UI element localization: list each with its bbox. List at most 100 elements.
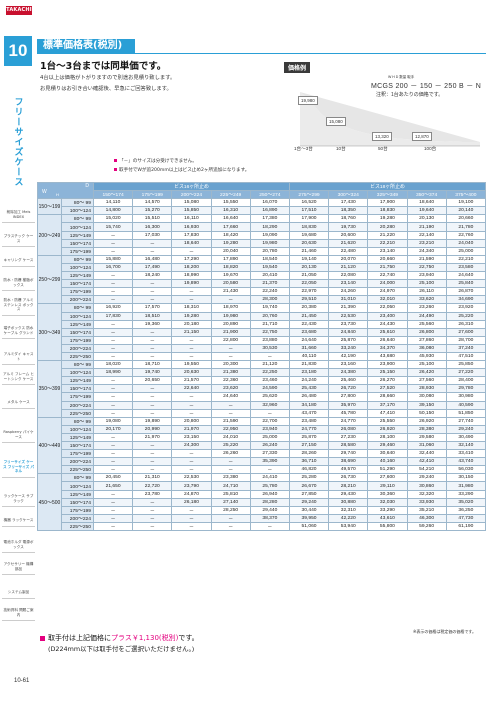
nav-item-15[interactable]: システム製品 xyxy=(2,590,35,599)
price-cell: 15,550 xyxy=(210,198,251,208)
price-cell: － xyxy=(210,400,251,410)
price-cell: 45,930 xyxy=(406,351,447,362)
price-cell: 25,620 xyxy=(249,392,290,402)
price-cell: － xyxy=(132,246,173,256)
nav-item-14[interactable]: アクセサリー 機構部品 xyxy=(2,562,35,576)
price-cell: 23,260 xyxy=(406,303,447,313)
price-cell: 22,050 xyxy=(367,303,408,313)
height-range: 225～250 xyxy=(61,408,94,418)
price-cell: 40,590 xyxy=(445,400,487,410)
price-cell: 24,040 xyxy=(445,238,487,248)
height-range: 200～224 xyxy=(61,513,94,523)
price-cell: 27,600 xyxy=(445,327,487,337)
price-cell: 23,900 xyxy=(367,360,408,370)
side-title: フリーサイズケース xyxy=(12,97,23,187)
price-cell: 23,480 xyxy=(288,416,330,426)
height-range: 175～199 xyxy=(61,287,94,297)
price-cell: 34,370 xyxy=(367,343,408,353)
price-cell: － xyxy=(92,271,134,281)
height-range: 175～199 xyxy=(61,246,94,256)
nav-item-11[interactable]: ラックケース サブラック xyxy=(2,494,35,508)
price-cell: 23,620 xyxy=(210,384,251,394)
price-cell: 20,380 xyxy=(288,303,330,313)
nav-item-10[interactable]: フリーサイズ ケース フリーサイズ パネル xyxy=(2,460,35,478)
price-cell: 22,800 xyxy=(210,335,251,345)
price-cell: 24,430 xyxy=(367,319,408,329)
price-cell: 18,540 xyxy=(249,254,290,264)
price-cell: 29,440 xyxy=(249,505,290,515)
price-cell: 26,080 xyxy=(328,424,369,434)
width-range: 350～399 xyxy=(37,360,62,418)
price-cell: 20,800 xyxy=(171,416,212,426)
price-cell: 18,830 xyxy=(288,222,330,232)
price-cell: 16,520 xyxy=(288,198,330,208)
price-cell: 28,210 xyxy=(328,481,369,491)
table-row: 350～399 80～ 99 18,020 18,710 19,550 20,300 21,… xyxy=(37,360,487,418)
price-cell: 27,520 xyxy=(367,384,408,394)
price-cell: 22,750 xyxy=(406,262,447,273)
price-cell: 23,180 xyxy=(288,368,330,378)
nav-item-1[interactable]: プラスチック ケース xyxy=(2,234,35,248)
nav-item-5[interactable]: 端子ボックス 防水ケーブル グランド xyxy=(2,326,35,340)
price-cell: 54,210 xyxy=(406,465,447,475)
price-cell: 43,470 xyxy=(288,408,330,418)
price-cell: 29,460 xyxy=(367,440,408,451)
price-cell: 17,660 xyxy=(210,222,251,232)
price-cell: － xyxy=(92,351,134,362)
price-cell: 17,830 xyxy=(171,230,212,240)
price-cell: － xyxy=(210,408,251,418)
price-cell: 22,210 xyxy=(367,238,408,248)
price-cell: 50,150 xyxy=(406,408,447,418)
nav-item-16[interactable]: 技術資料 問題ご案内 xyxy=(2,608,35,622)
price-cell: － xyxy=(132,505,173,515)
depth-header: 225～249 xyxy=(210,190,251,200)
price-cell: 20,780 xyxy=(249,246,290,256)
price-cell: 34,690 xyxy=(445,295,487,305)
price-cell: 20,450 xyxy=(92,473,134,483)
price-cell: － xyxy=(92,440,134,451)
price-cell: 16,110 xyxy=(171,214,212,224)
nav-item-9[interactable]: Raspberry パイケース xyxy=(2,430,35,444)
price-cell: 25,100 xyxy=(406,279,447,289)
price-cell: － xyxy=(132,279,173,289)
price-cell: 27,220 xyxy=(445,368,487,378)
price-cell: 18,240 xyxy=(132,271,173,281)
price-cell: 26,180 xyxy=(171,497,212,507)
nav-item-4[interactable]: 防水・防爆 アルミ ステンレス ボックス xyxy=(2,298,35,316)
nav-item-2[interactable]: キャリング ケース xyxy=(2,258,35,267)
price-cell: 25,610 xyxy=(367,327,408,337)
price-cell: － xyxy=(92,392,134,402)
price-cell: 31,980 xyxy=(445,481,487,491)
height-range: 100～124 xyxy=(61,368,94,378)
nav-item-13[interactable]: 電池ホルダ 電源ボックス xyxy=(2,540,35,554)
price-cell: － xyxy=(132,343,173,353)
price-cell: 23,680 xyxy=(288,327,330,337)
price-cell: 25,780 xyxy=(249,481,290,491)
nav-item-0[interactable]: 削除加工 Meis INDEX xyxy=(2,210,35,224)
nav-item-12[interactable]: 機器 ラックケース xyxy=(2,518,35,527)
nav-item-7[interactable]: アルミ フレーム ヒートシンク ケース xyxy=(2,372,35,386)
price-cell: 17,290 xyxy=(171,254,212,264)
price-cell: 25,280 xyxy=(288,473,330,483)
nav-item-6[interactable]: アルミダイ キャスト xyxy=(2,352,35,366)
price-cell: 27,740 xyxy=(445,416,487,426)
price-cell: 21,220 xyxy=(367,230,408,240)
price-cell: 27,800 xyxy=(328,392,369,402)
price-cell: － xyxy=(171,335,212,345)
price-cell: － xyxy=(132,392,173,402)
price-cell: 19,890 xyxy=(132,416,173,426)
depth-header: 275～299 xyxy=(288,190,330,200)
nav-item-8[interactable]: メタル ケース xyxy=(2,400,35,409)
price-cell: 21,460 xyxy=(288,246,330,256)
price-cell: － xyxy=(210,457,251,467)
footnote: ※表示の価格は税定価の価格です。 xyxy=(413,629,476,634)
price-cell: 15,020 xyxy=(92,214,134,224)
example-price-2: 15,080 xyxy=(326,117,346,126)
note-line-2: お見積りはお引き合い確認後、早急にご回答致します。 xyxy=(40,86,172,92)
example-xlabel-4: 100台 xyxy=(424,146,437,151)
price-cell: 20,760 xyxy=(249,311,290,321)
nav-item-3[interactable]: 防水・防爆 樹脂ボックス xyxy=(2,278,35,292)
width-range: 300～349 xyxy=(37,303,62,362)
price-cell: 20,180 xyxy=(171,319,212,329)
price-cell: 18,990 xyxy=(92,368,134,378)
